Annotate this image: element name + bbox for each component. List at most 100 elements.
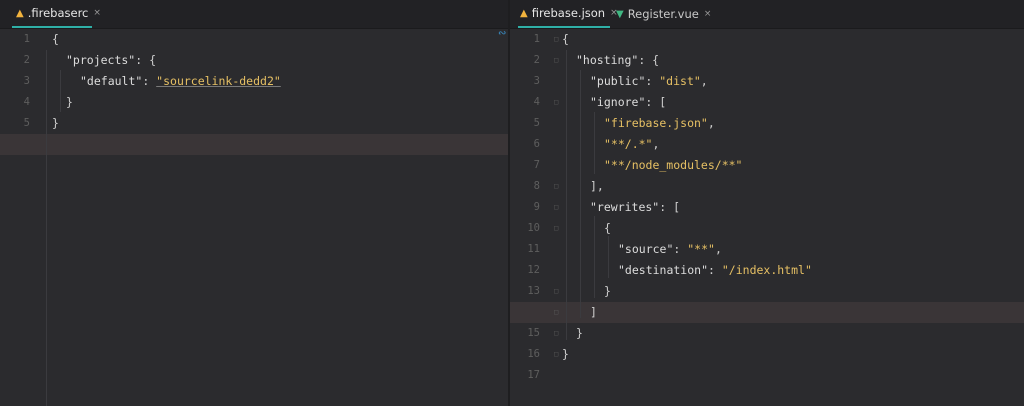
- fold-icon[interactable]: □: [554, 224, 558, 232]
- indent-guide: [608, 236, 609, 278]
- code-text: {: [52, 29, 59, 50]
- indent-guide: [580, 70, 581, 318]
- code-line[interactable]: "source": "**",: [510, 239, 1024, 260]
- punctuation: ,: [700, 74, 708, 88]
- indent-guide: [594, 112, 595, 174]
- code-text: "firebase.json",: [604, 113, 715, 134]
- json-string: "**/node_modules/**": [604, 158, 743, 172]
- code-line[interactable]: {: [510, 218, 1024, 239]
- fold-icon[interactable]: □: [554, 329, 558, 337]
- json-string: "firebase.json": [604, 116, 708, 130]
- code-text: "projects": {: [66, 50, 156, 71]
- json-string: "dist": [659, 74, 701, 88]
- code-text: }: [52, 113, 59, 134]
- code-text: {: [562, 29, 569, 50]
- close-icon[interactable]: ×: [93, 8, 101, 18]
- code-line[interactable]: "default": "sourcelink-dedd2": [0, 71, 508, 92]
- code-text: }: [66, 92, 73, 113]
- punctuation: ]: [590, 305, 597, 319]
- code-text: "ignore": [: [590, 92, 666, 113]
- indent-guide: [60, 70, 61, 112]
- fold-icon[interactable]: □: [554, 182, 558, 190]
- code-line[interactable]: "projects": {: [0, 50, 508, 71]
- json-key: "public": [590, 74, 646, 88]
- code-text: "**/node_modules/**": [604, 155, 742, 176]
- code-editor-left[interactable]: { "projects": {"default": "sourcelink-ded…: [0, 28, 508, 406]
- code-line[interactable]: "ignore": [: [510, 92, 1024, 113]
- json-key: "ignore": [590, 95, 646, 109]
- json-key: "rewrites": [590, 200, 660, 214]
- code-text: }: [576, 323, 583, 344]
- code-text: ]: [590, 302, 597, 323]
- punctuation: : {: [638, 53, 660, 67]
- code-text: "**/.*",: [604, 134, 659, 155]
- code-line[interactable]: }: [510, 323, 1024, 344]
- flame-icon: ▲: [16, 7, 24, 19]
- punctuation: :: [673, 242, 688, 256]
- fold-icon[interactable]: □: [554, 350, 558, 358]
- punctuation: ,: [707, 116, 715, 130]
- code-line[interactable]: {: [510, 29, 1024, 50]
- code-line[interactable]: [0, 134, 508, 155]
- code-line[interactable]: "rewrites": [: [510, 197, 1024, 218]
- fold-icon[interactable]: □: [554, 203, 558, 211]
- code-text: "default": "sourcelink-dedd2": [80, 71, 281, 92]
- code-line[interactable]: "firebase.json",: [510, 113, 1024, 134]
- punctuation: {: [562, 32, 569, 46]
- json-string: "/index.html": [721, 263, 812, 277]
- code-line[interactable]: {: [0, 29, 508, 50]
- code-line[interactable]: "**/node_modules/**": [510, 155, 1024, 176]
- editor-pane-left: ▲ .firebaserc × 123456 {"projects": {"de…: [0, 0, 508, 406]
- code-line[interactable]: }: [0, 113, 508, 134]
- punctuation: }: [576, 326, 583, 340]
- code-text: "rewrites": [: [590, 197, 680, 218]
- json-key: "default": [80, 74, 143, 88]
- code-line[interactable]: "destination": "/index.html": [510, 260, 1024, 281]
- code-text: "public": "dist",: [590, 71, 708, 92]
- tab-register-vue[interactable]: ▼ Register.vue ×: [614, 0, 711, 28]
- punctuation: : [: [659, 200, 681, 214]
- punctuation: }: [604, 284, 611, 298]
- tab-firebaserc[interactable]: ▲ .firebaserc ×: [12, 0, 101, 28]
- code-line[interactable]: ],: [510, 176, 1024, 197]
- code-text: "hosting": {: [576, 50, 659, 71]
- code-line[interactable]: [510, 365, 1024, 386]
- indent-guide: [594, 216, 595, 298]
- punctuation: ,: [714, 242, 722, 256]
- code-text: }: [604, 281, 611, 302]
- code-line[interactable]: ]: [510, 302, 1024, 323]
- json-string: "sourcelink-dedd2": [156, 74, 281, 88]
- punctuation: }: [562, 347, 569, 361]
- wrap-icon[interactable]: ∾: [498, 28, 506, 39]
- fold-icon[interactable]: □: [554, 98, 558, 106]
- code-line[interactable]: }: [510, 344, 1024, 365]
- tab-firebase-json[interactable]: ▲ firebase.json ×: [518, 0, 618, 28]
- fold-icon[interactable]: □: [554, 308, 558, 316]
- code-line[interactable]: }: [0, 92, 508, 113]
- close-icon[interactable]: ×: [704, 9, 712, 19]
- fold-icon[interactable]: □: [554, 287, 558, 295]
- code-text: ],: [590, 176, 604, 197]
- punctuation: ],: [590, 179, 604, 193]
- punctuation: }: [66, 95, 73, 109]
- fold-icon[interactable]: □: [554, 35, 558, 43]
- tab-bar-left: ▲ .firebaserc ×: [0, 0, 508, 29]
- code-text: "destination": "/index.html": [618, 260, 812, 281]
- editor-pane-right: ▲ firebase.json × ▼ Register.vue × 12345…: [510, 0, 1024, 406]
- code-line[interactable]: "public": "dist",: [510, 71, 1024, 92]
- code-text: }: [562, 344, 569, 365]
- code-line[interactable]: "hosting": {: [510, 50, 1024, 71]
- flame-icon: ▲: [520, 7, 528, 19]
- code-line[interactable]: }: [510, 281, 1024, 302]
- json-key: "hosting": [576, 53, 639, 67]
- punctuation: {: [604, 221, 611, 235]
- code-editor-right[interactable]: {□ "hosting": {□ "public": "dist", "ignore"…: [510, 28, 1024, 406]
- json-string: "**": [687, 242, 715, 256]
- punctuation: : {: [135, 53, 157, 67]
- fold-icon[interactable]: □: [554, 56, 558, 64]
- code-line[interactable]: "**/.*",: [510, 134, 1024, 155]
- json-key: "source": [618, 242, 674, 256]
- json-string: "**/.*": [604, 137, 653, 151]
- punctuation: }: [52, 116, 59, 130]
- punctuation: ,: [652, 137, 660, 151]
